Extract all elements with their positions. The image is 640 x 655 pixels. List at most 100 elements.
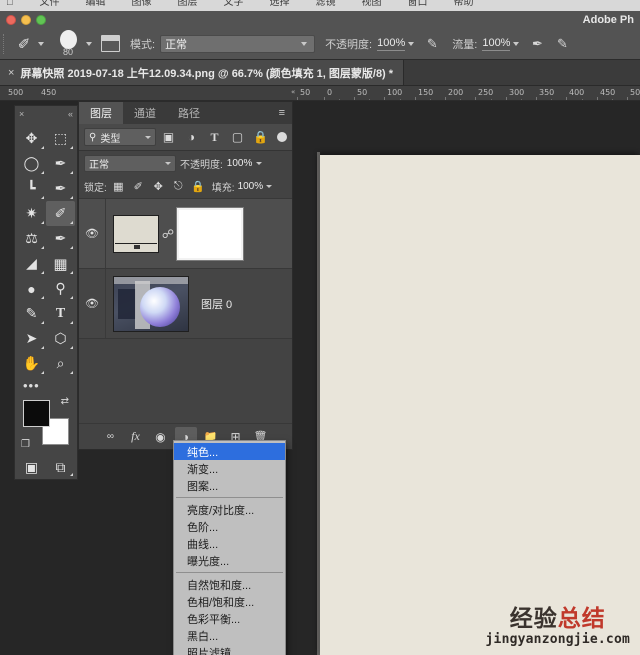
menu-item-brightness-contrast[interactable]: 亮度/对比度... (174, 501, 285, 518)
default-colors-icon[interactable]: ❐ (21, 439, 30, 450)
brush-icon[interactable]: ✐ (13, 33, 35, 55)
type-tool[interactable]: T (46, 301, 75, 326)
opacity-chevron-down-icon[interactable] (408, 41, 415, 46)
blur-tool[interactable]: ● (17, 276, 46, 301)
mask-link-icon[interactable]: ☍ (159, 227, 177, 241)
edit-toolbar-button[interactable]: ••• (15, 376, 77, 394)
brush-preset-chevron-down-icon[interactable] (38, 41, 44, 46)
fill-value[interactable]: 100% (238, 181, 264, 192)
table-row[interactable]: 👁 ☍ (79, 199, 292, 269)
tab-channels[interactable]: 通道 (123, 102, 167, 124)
history-brush-tool[interactable]: ✒ (46, 226, 75, 251)
menu-item-vibrance[interactable]: 自然饱和度... (174, 576, 285, 593)
flow-value[interactable]: 100% (482, 37, 511, 51)
document-artboard[interactable] (317, 152, 640, 655)
layer-visibility-icon[interactable]: 👁 (79, 297, 105, 310)
tab-layers[interactable]: 图层 (79, 102, 123, 124)
os-menu-item-7[interactable]: 视图 (362, 0, 382, 8)
collapse-icon[interactable]: « (68, 109, 73, 119)
os-menu-item-9[interactable]: 帮助 (454, 0, 474, 8)
lock-transparency-icon[interactable]: ▦ (110, 178, 127, 196)
brush-panel-icon[interactable] (101, 35, 120, 52)
os-menu-item-5[interactable]: 选择 (270, 0, 290, 8)
lock-all-icon[interactable]: 🔒 (190, 178, 207, 196)
panel-collapse-icon[interactable]: « (291, 88, 295, 96)
maximize-window-button[interactable] (36, 14, 46, 25)
shape-tool[interactable]: ⬡ (46, 326, 75, 351)
menu-item-gradient[interactable]: 渐变... (174, 460, 285, 477)
filter-toggle-switch[interactable] (277, 132, 287, 142)
pixel-filter-icon[interactable]: ▣ (158, 127, 179, 147)
menu-item-pattern[interactable]: 图案... (174, 477, 285, 494)
crop-tool[interactable]: ┗ (17, 176, 46, 201)
pressure-opacity-icon[interactable]: ✎ (422, 34, 442, 54)
menu-item-black-white[interactable]: 黑白... (174, 627, 285, 644)
os-menu-item-0[interactable]: 文件 (40, 0, 60, 8)
spot-healing-brush-tool[interactable]: ✷ (17, 201, 46, 226)
adjustment-filter-icon[interactable]: ◑ (181, 127, 202, 147)
menu-item-solid-color[interactable]: 纯色... (174, 443, 285, 460)
close-icon[interactable]: × (8, 67, 14, 79)
layer-mask-thumb[interactable] (176, 206, 244, 261)
quick-mask-icon[interactable]: ▣ (17, 456, 46, 478)
menu-item-color-balance[interactable]: 色彩平衡... (174, 610, 285, 627)
swap-colors-icon[interactable]: ⇄ (61, 396, 69, 407)
close-icon[interactable]: × (19, 109, 24, 119)
os-menu-item-3[interactable]: 图层 (178, 0, 198, 8)
opacity-value[interactable]: 100% (377, 37, 406, 51)
apple-menu-icon[interactable]:  (6, 0, 14, 8)
os-menu-item-2[interactable]: 图像 (132, 0, 152, 8)
layer-style-button[interactable]: fx (125, 427, 147, 447)
menu-item-hue-saturation[interactable]: 色相/饱和度... (174, 593, 285, 610)
os-menu-item-6[interactable]: 滤镜 (316, 0, 336, 8)
gradient-tool[interactable]: ▦ (46, 251, 75, 276)
options-bar-grip[interactable] (3, 33, 13, 54)
minimize-window-button[interactable] (21, 14, 31, 25)
solid-color-fill-thumb[interactable] (113, 214, 159, 253)
table-row[interactable]: 👁 图层 0 (79, 269, 292, 339)
quick-selection-tool[interactable]: ✒ (46, 151, 75, 176)
menu-item-curves[interactable]: 曲线... (174, 535, 285, 552)
document-tab[interactable]: × 屏幕快照 2019-07-18 上午12.09.34.png @ 66.7%… (0, 60, 405, 85)
lock-image-icon[interactable]: ✐ (130, 178, 147, 196)
rectangular-marquee-tool[interactable]: ⬚ (46, 126, 75, 151)
shape-filter-icon[interactable]: ▢ (227, 127, 248, 147)
lasso-tool[interactable]: ◯ (17, 151, 46, 176)
hand-tool[interactable]: ✋ (17, 351, 46, 376)
add-layer-mask-button[interactable]: ◉ (150, 427, 172, 447)
pen-tool[interactable]: ✎ (17, 301, 46, 326)
blend-mode-select[interactable]: 正常 (160, 34, 316, 53)
layer-blend-mode-select[interactable]: 正常 (84, 154, 176, 172)
os-menu-item-8[interactable]: 窗口 (408, 0, 428, 8)
panel-menu-icon[interactable]: ≡ (272, 102, 292, 124)
close-window-button[interactable] (6, 14, 16, 25)
layer-opacity-value[interactable]: 100% (227, 158, 253, 169)
link-layers-button[interactable]: ∞ (100, 427, 122, 447)
foreground-color-swatch[interactable] (23, 400, 50, 427)
os-menu-item-1[interactable]: 编辑 (86, 0, 106, 8)
lock-position-icon[interactable]: ✥ (150, 178, 167, 196)
brush-settings-chevron-down-icon[interactable] (86, 41, 92, 46)
brush-size-preview[interactable]: 80 (53, 29, 83, 59)
move-tool[interactable]: ✥ (17, 126, 46, 151)
brush-tool[interactable]: ✐ (46, 201, 75, 226)
clone-stamp-tool[interactable]: ⚖ (17, 226, 46, 251)
tab-paths[interactable]: 路径 (167, 102, 211, 124)
dodge-tool[interactable]: ⚲ (46, 276, 75, 301)
os-menu-item-4[interactable]: 文字 (224, 0, 244, 8)
smoothing-icon[interactable]: ✎ (552, 34, 572, 54)
eyedropper-tool[interactable]: ✒ (46, 176, 75, 201)
screen-mode-icon[interactable]: ⧉ (46, 456, 75, 478)
layer-visibility-icon[interactable]: 👁 (79, 227, 105, 240)
layer-name[interactable]: 图层 0 (201, 296, 232, 312)
lock-artboard-icon[interactable]: ⎋ (170, 178, 187, 196)
eraser-tool[interactable]: ◢ (17, 251, 46, 276)
zoom-tool[interactable]: ⌕ (46, 351, 75, 376)
screenshot-photo-thumb[interactable] (113, 275, 189, 332)
menu-item-exposure[interactable]: 曝光度... (174, 552, 285, 569)
smart-object-filter-icon[interactable]: 🔒 (250, 127, 271, 147)
flow-chevron-down-icon[interactable] (513, 41, 520, 46)
airbrush-icon[interactable]: ✒ (527, 34, 547, 54)
menu-item-levels[interactable]: 色阶... (174, 518, 285, 535)
menu-item-photo-filter[interactable]: 照片滤镜... (174, 644, 285, 655)
